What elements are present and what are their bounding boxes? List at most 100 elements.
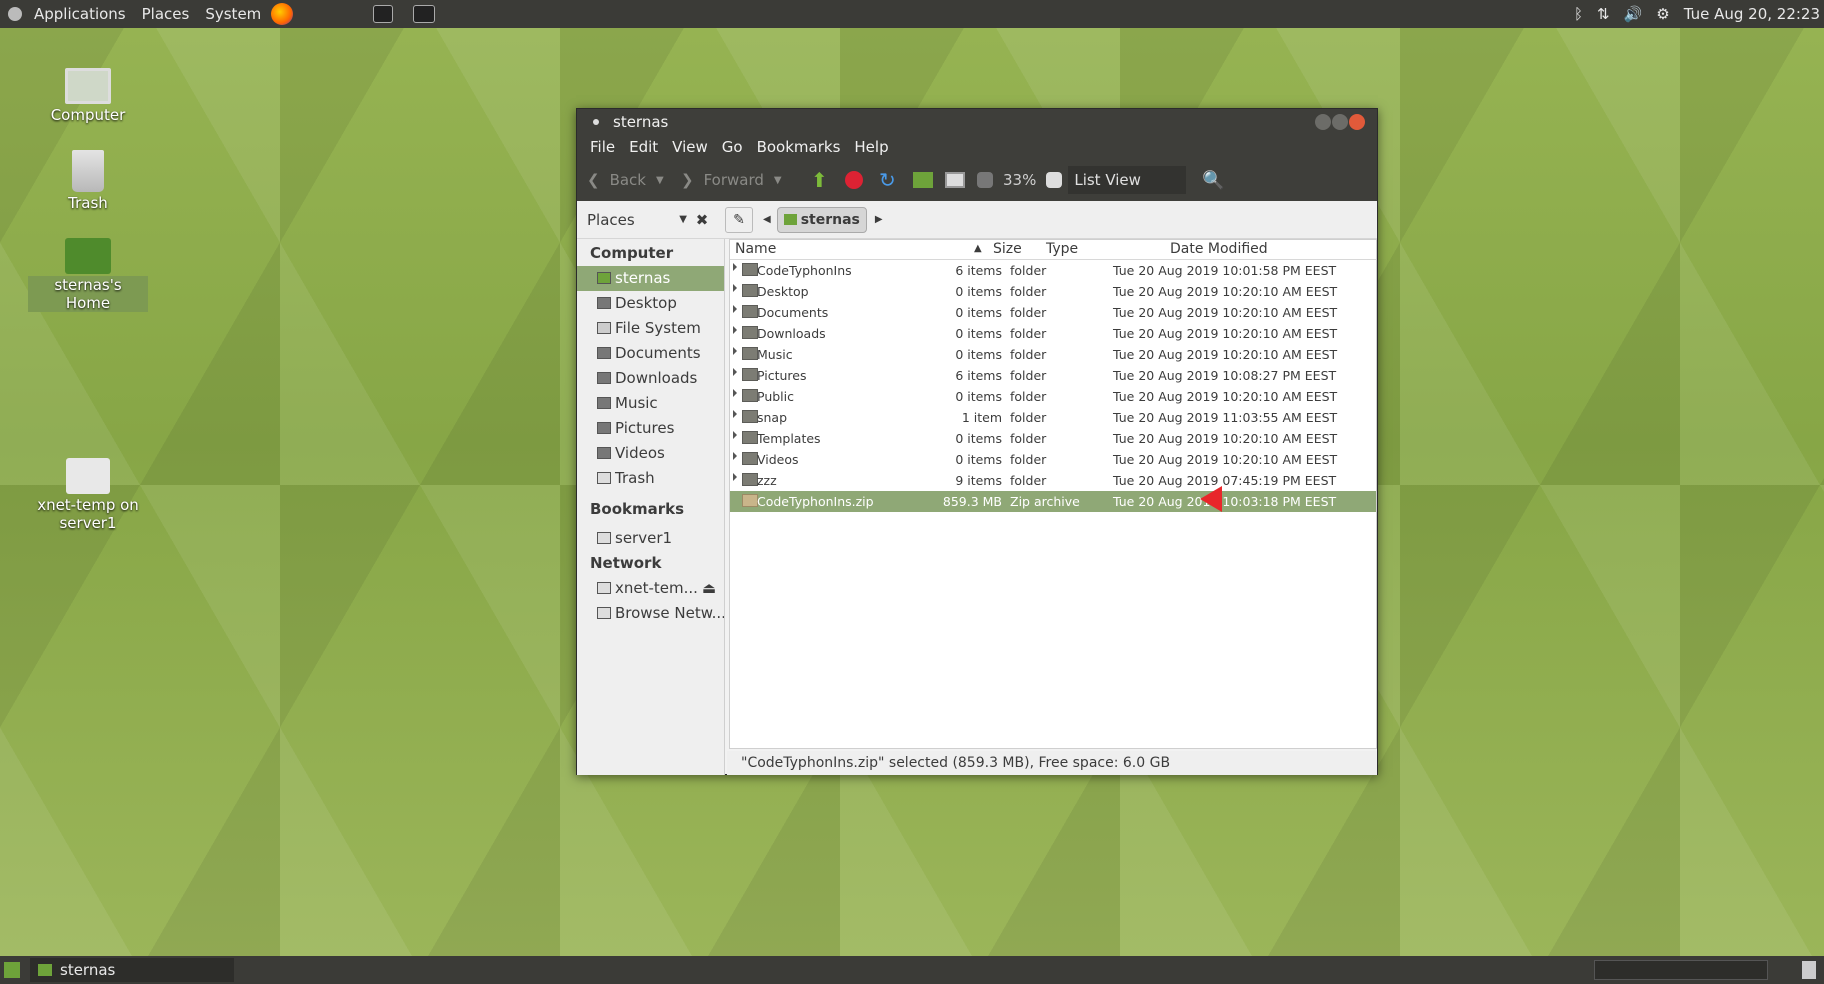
window-menu-icon[interactable] <box>593 119 599 125</box>
sidebar-item-documents[interactable]: Documents <box>577 341 724 366</box>
expander-arrow-icon[interactable] <box>733 326 737 334</box>
menu-file[interactable]: File <box>583 138 622 156</box>
sidebar-item-trash[interactable]: Trash <box>577 466 724 491</box>
sidebar-item-desktop[interactable]: Desktop <box>577 291 724 316</box>
places-selector[interactable]: Places ▼ <box>577 211 687 229</box>
file-name: Downloads <box>757 326 826 341</box>
taskbar-item-sternas[interactable]: sternas <box>30 958 234 982</box>
file-list: Name ▲ Size Type Date Modified CodeTypho… <box>729 239 1377 749</box>
sidebar-item-xnet-temp[interactable]: xnet-tem... ⏏ <box>577 576 724 601</box>
computer-icon <box>65 68 111 104</box>
reload-icon[interactable]: ↻ <box>879 168 913 192</box>
table-row[interactable]: zzz 9 items folder Tue 20 Aug 2019 07:45:19… <box>730 470 1376 491</box>
settings-gear-icon[interactable]: ⚙ <box>1656 5 1669 23</box>
zoom-out-icon[interactable] <box>977 172 993 188</box>
table-row[interactable]: Music 0 items folder Tue 20 Aug 2019 10:20:… <box>730 344 1376 365</box>
file-type: folder <box>1010 326 1047 341</box>
sidebar-item-music[interactable]: Music <box>577 391 724 416</box>
sidebar-item-sternas[interactable]: sternas <box>577 266 724 291</box>
sidebar-item-server1[interactable]: server1 <box>577 526 724 551</box>
close-sidebar-icon[interactable]: ✖ <box>687 211 717 229</box>
system-monitor-icon[interactable] <box>413 5 436 23</box>
up-arrow-icon[interactable]: ⬆ <box>811 168 845 192</box>
column-header-date[interactable]: Date Modified <box>1170 241 1268 257</box>
firefox-icon[interactable] <box>271 3 294 25</box>
computer-toolbar-icon[interactable] <box>945 172 965 188</box>
column-header-size[interactable]: Size <box>993 241 1022 257</box>
stop-icon[interactable] <box>845 171 863 189</box>
desktop-icon-home[interactable]: sternas's Home <box>28 238 148 312</box>
table-row[interactable]: Pictures 6 items folder Tue 20 Aug 2019 10:… <box>730 365 1376 386</box>
table-row[interactable]: CodeTyphonIns.zip 859.3 MB Zip archive Tue … <box>730 491 1376 512</box>
places-menu[interactable]: Places <box>134 0 198 28</box>
table-row[interactable]: Documents 0 items folder Tue 20 Aug 2019 10… <box>730 302 1376 323</box>
expander-arrow-icon[interactable] <box>733 473 737 481</box>
sidebar-item-videos[interactable]: Videos <box>577 441 724 466</box>
table-row[interactable]: Desktop 0 items folder Tue 20 Aug 2019 10:2… <box>730 281 1376 302</box>
eject-icon[interactable]: ⏏ <box>702 576 716 601</box>
expander-arrow-icon[interactable] <box>733 452 737 460</box>
expander-arrow-icon[interactable] <box>733 305 737 313</box>
trash-applet-icon[interactable] <box>1802 961 1816 979</box>
table-row[interactable]: CodeTyphonIns 6 items folder Tue 20 Aug 201… <box>730 260 1376 281</box>
path-forward-arrow-icon[interactable]: ▶ <box>875 214 883 225</box>
network-icon <box>597 607 611 619</box>
sidebar-item-downloads[interactable]: Downloads <box>577 366 724 391</box>
close-button[interactable] <box>1349 114 1365 130</box>
mate-logo-icon[interactable] <box>8 7 22 21</box>
search-icon[interactable]: 🔍 <box>1202 170 1224 191</box>
minimize-button[interactable] <box>1315 114 1331 130</box>
network-icon[interactable]: ⇅ <box>1597 5 1610 23</box>
dropdown-arrow-icon[interactable]: ▼ <box>774 175 782 186</box>
dropdown-arrow-icon[interactable]: ▼ <box>656 175 664 186</box>
desktop-icon-network-share[interactable]: xnet-temp on server1 <box>28 458 148 532</box>
table-row[interactable]: snap 1 item folder Tue 20 Aug 2019 11:03:55… <box>730 407 1376 428</box>
expander-arrow-icon[interactable] <box>733 347 737 355</box>
forward-button[interactable]: ❯ Forward ▼ <box>681 171 811 189</box>
titlebar[interactable]: sternas <box>577 109 1377 135</box>
terminal-icon[interactable] <box>373 5 394 23</box>
expander-arrow-icon[interactable] <box>733 431 737 439</box>
expander-arrow-icon[interactable] <box>733 263 737 271</box>
column-header-type[interactable]: Type <box>1046 241 1078 257</box>
zoom-in-icon[interactable] <box>1046 172 1063 188</box>
sort-ascending-icon[interactable]: ▲ <box>974 243 982 254</box>
sidebar-item-file-system[interactable]: File System <box>577 316 724 341</box>
desktop-icon-trash[interactable]: Trash <box>28 150 148 212</box>
applications-menu[interactable]: Applications <box>26 0 134 28</box>
table-row[interactable]: Downloads 0 items folder Tue 20 Aug 2019 10… <box>730 323 1376 344</box>
expander-arrow-icon[interactable] <box>733 284 737 292</box>
bluetooth-icon[interactable]: ᛒ <box>1574 5 1583 23</box>
column-header-name[interactable]: Name <box>735 241 776 257</box>
menu-bookmarks[interactable]: Bookmarks <box>750 138 848 156</box>
system-menu[interactable]: System <box>197 0 269 28</box>
clock[interactable]: Tue Aug 20, 22:23 <box>1684 5 1820 23</box>
volume-icon[interactable]: 🔊 <box>1624 5 1643 23</box>
menu-view[interactable]: View <box>665 138 715 156</box>
table-row[interactable]: Videos 0 items folder Tue 20 Aug 2019 10:20… <box>730 449 1376 470</box>
file-date: Tue 20 Aug 2019 10:08:27 PM EEST <box>1113 368 1337 383</box>
table-row[interactable]: Public 0 items folder Tue 20 Aug 2019 10:20… <box>730 386 1376 407</box>
expander-arrow-icon[interactable] <box>733 410 737 418</box>
view-mode-select[interactable]: List View <box>1068 166 1187 194</box>
path-back-arrow-icon[interactable]: ◀ <box>763 214 771 225</box>
show-desktop-icon[interactable] <box>4 962 20 978</box>
expander-arrow-icon[interactable] <box>733 389 737 397</box>
menu-help[interactable]: Help <box>847 138 895 156</box>
file-type: folder <box>1010 410 1047 425</box>
menu-edit[interactable]: Edit <box>622 138 665 156</box>
sidebar-item-pictures[interactable]: Pictures <box>577 416 724 441</box>
maximize-button[interactable] <box>1332 114 1348 130</box>
path-segment-sternas[interactable]: sternas <box>776 206 867 233</box>
edit-location-button[interactable]: ✎ <box>725 206 753 233</box>
table-row[interactable]: Templates 0 items folder Tue 20 Aug 2019 10… <box>730 428 1376 449</box>
sidebar-item-label: Pictures <box>615 419 675 437</box>
menu-go[interactable]: Go <box>715 138 750 156</box>
back-button[interactable]: ❮ Back ▼ <box>587 171 681 189</box>
desktop-icon-computer[interactable]: Computer <box>28 68 148 124</box>
expander-arrow-icon[interactable] <box>733 368 737 376</box>
workspace-switcher[interactable] <box>1594 960 1768 980</box>
sidebar-item-browse-network[interactable]: Browse Netw... <box>577 601 724 626</box>
home-icon[interactable] <box>913 172 933 188</box>
sidebar-item-label: Browse Netw... <box>615 604 724 622</box>
